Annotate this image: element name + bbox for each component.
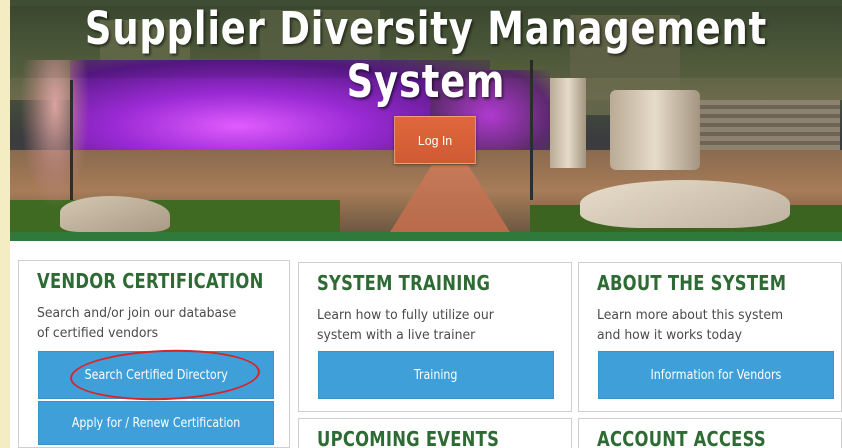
button-label: Search Certified Directory <box>84 367 228 383</box>
card-system-training: SYSTEM TRAINING Learn how to fully utili… <box>298 262 572 412</box>
card-vendor-certification: VENDOR CERTIFICATION Search and/or join … <box>18 260 290 448</box>
card-description: Search and/or join our database of certi… <box>37 305 237 341</box>
button-label: Information for Vendors <box>650 367 782 383</box>
hero-banner: Supplier Diversity Management System Log… <box>10 0 842 232</box>
page: Supplier Diversity Management System Log… <box>10 0 842 448</box>
card-description: Learn more about this system and how it … <box>597 307 784 343</box>
button-label: Training <box>414 367 458 383</box>
search-directory-button[interactable]: Search Certified Directory <box>38 351 274 399</box>
button-label: Apply for / Renew Certification <box>71 415 241 431</box>
card-title: VENDOR CERTIFICATION <box>37 269 264 293</box>
tree <box>20 60 90 210</box>
lamp-pole <box>70 80 73 200</box>
boulder <box>580 180 790 228</box>
divider-strip <box>10 232 842 241</box>
card-title: ACCOUNT ACCESS <box>597 427 766 448</box>
card-title: ABOUT THE SYSTEM <box>597 271 787 295</box>
training-button[interactable]: Training <box>318 351 554 399</box>
card-about-system: ABOUT THE SYSTEM Learn more about this s… <box>578 262 842 412</box>
login-button-label: Log In <box>417 132 453 148</box>
card-upcoming-events: UPCOMING EVENTS <box>298 418 572 448</box>
login-button[interactable]: Log In <box>394 116 476 164</box>
card-account-access: ACCOUNT ACCESS <box>578 418 842 448</box>
information-vendors-button[interactable]: Information for Vendors <box>598 351 834 399</box>
card-description: Learn how to fully utilize our system wi… <box>317 307 494 343</box>
apply-renew-button[interactable]: Apply for / Renew Certification <box>38 401 274 445</box>
card-title: UPCOMING EVENTS <box>317 427 500 448</box>
card-title: SYSTEM TRAINING <box>317 271 491 295</box>
page-title: Supplier Diversity Management System <box>84 2 768 108</box>
